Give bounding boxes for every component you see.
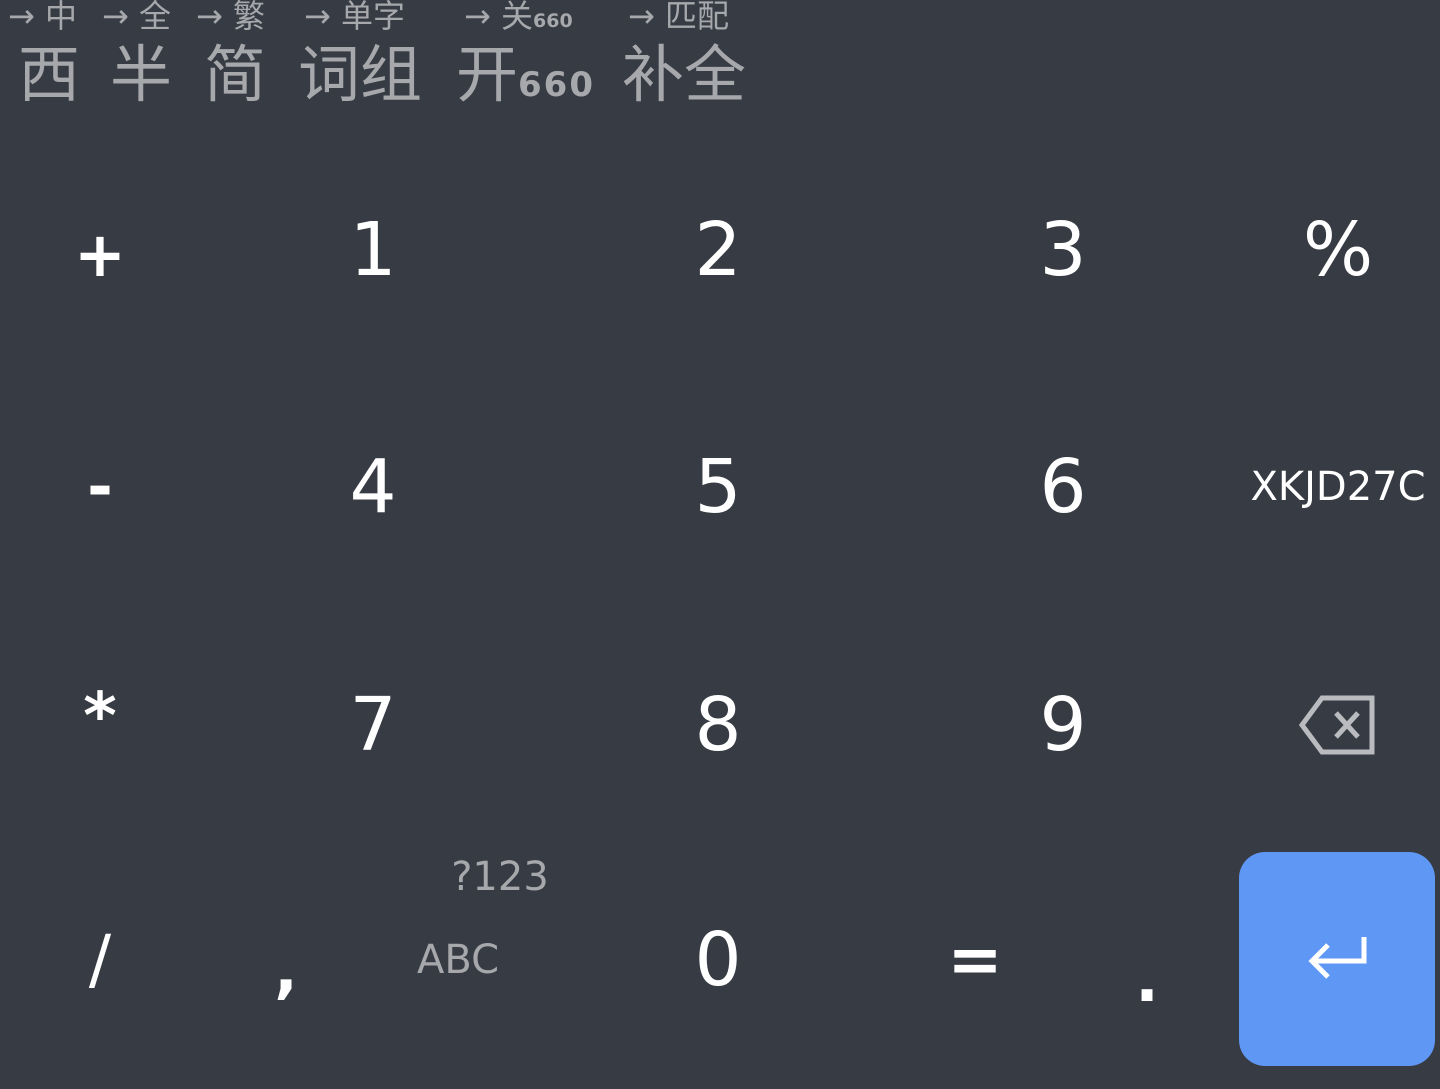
key-switch-letters[interactable]: ABC bbox=[388, 928, 528, 992]
key-slash[interactable]: / bbox=[40, 905, 160, 1015]
toggle-label: 开660 bbox=[456, 38, 595, 111]
toggle-label-sub: 660 bbox=[518, 65, 595, 105]
language-label: 西 bbox=[18, 38, 81, 111]
language-hint: → 中 bbox=[8, 0, 77, 35]
key-2[interactable]: 2 bbox=[658, 195, 778, 305]
key-custom-label[interactable]: XKJD27C bbox=[1240, 432, 1436, 542]
width-hint: → 全 bbox=[102, 0, 171, 35]
key-6[interactable]: 6 bbox=[1003, 432, 1123, 542]
key-switch-symbols[interactable]: ?123 bbox=[430, 845, 570, 909]
enter-button[interactable] bbox=[1239, 852, 1435, 1066]
key-dot[interactable]: . bbox=[1087, 925, 1207, 1035]
key-percent[interactable]: % bbox=[1278, 195, 1398, 305]
enter-icon bbox=[1308, 937, 1367, 979]
toggle-hint: → 关660 bbox=[464, 0, 573, 35]
key-4[interactable]: 4 bbox=[313, 432, 433, 542]
phrase-hint: → 单字 bbox=[304, 0, 405, 35]
key-3[interactable]: 3 bbox=[1003, 195, 1123, 305]
key-comma[interactable]: , bbox=[226, 915, 346, 1025]
completion-hint: → 匹配 bbox=[628, 0, 729, 35]
key-1[interactable]: 1 bbox=[313, 195, 433, 305]
key-asterisk[interactable]: * bbox=[40, 662, 160, 772]
input-mode-toolbar: → 中 西 → 全 半 → 繁 简 → 单字 词组 → 关660 开660 → … bbox=[0, 0, 1440, 130]
script-label: 简 bbox=[204, 38, 267, 111]
completion-label: 补全 bbox=[622, 38, 747, 111]
key-backspace[interactable] bbox=[1278, 670, 1398, 780]
script-hint: → 繁 bbox=[196, 0, 265, 35]
key-equals[interactable]: = bbox=[915, 905, 1035, 1015]
key-9[interactable]: 9 bbox=[1003, 670, 1123, 780]
backspace-icon bbox=[1298, 695, 1375, 755]
toggle-hint-sub: 660 bbox=[533, 10, 573, 32]
width-label: 半 bbox=[110, 38, 173, 111]
phrase-label: 词组 bbox=[298, 38, 423, 111]
key-plus[interactable]: + bbox=[40, 200, 160, 310]
key-minus[interactable]: - bbox=[40, 432, 160, 542]
key-0[interactable]: 0 bbox=[658, 905, 778, 1015]
key-7[interactable]: 7 bbox=[313, 670, 433, 780]
key-5[interactable]: 5 bbox=[658, 432, 778, 542]
key-8[interactable]: 8 bbox=[658, 670, 778, 780]
